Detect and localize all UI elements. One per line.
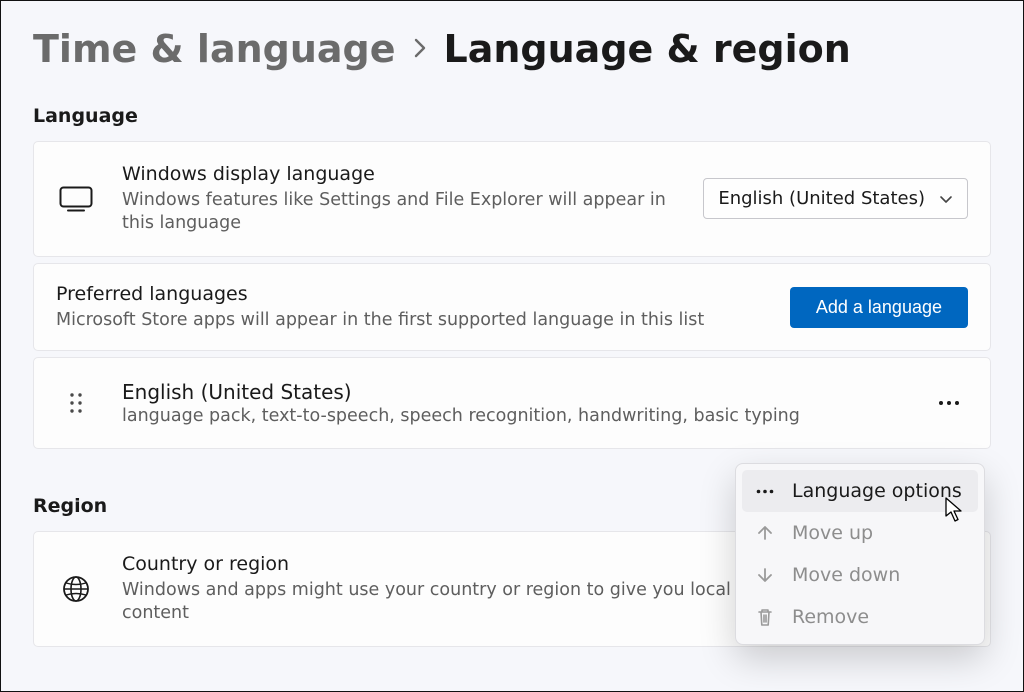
- arrow-down-icon: [754, 566, 776, 584]
- menu-remove-label: Remove: [792, 606, 869, 628]
- add-language-button[interactable]: Add a language: [790, 287, 968, 328]
- country-region-desc: Windows and apps might use your country …: [122, 579, 742, 626]
- language-entry-features: language pack, text-to-speech, speech re…: [122, 406, 904, 426]
- display-language-title: Windows display language: [122, 162, 677, 188]
- globe-icon: [56, 574, 96, 604]
- display-language-desc: Windows features like Settings and File …: [122, 189, 677, 236]
- page-title: Language & region: [444, 27, 851, 71]
- menu-move-up-label: Move up: [792, 522, 873, 544]
- preferred-languages-desc: Microsoft Store apps will appear in the …: [56, 309, 764, 333]
- chevron-right-icon: [412, 36, 428, 60]
- menu-move-down-label: Move down: [792, 564, 900, 586]
- chevron-down-icon: [939, 192, 953, 206]
- breadcrumb: Time & language Language & region: [33, 27, 991, 71]
- menu-move-up: Move up: [742, 512, 978, 554]
- section-language-header: Language: [33, 105, 991, 127]
- display-language-card: Windows display language Windows feature…: [33, 141, 991, 257]
- context-menu: Language options Move up Move down Remov…: [735, 463, 985, 645]
- more-options-button[interactable]: [930, 389, 968, 417]
- more-icon: [754, 489, 776, 494]
- trash-icon: [754, 607, 776, 627]
- display-language-value: English (United States): [718, 188, 925, 209]
- preferred-languages-title: Preferred languages: [56, 282, 764, 308]
- display-language-dropdown[interactable]: English (United States): [703, 178, 968, 219]
- breadcrumb-parent[interactable]: Time & language: [33, 27, 396, 71]
- menu-remove: Remove: [742, 596, 978, 638]
- drag-handle-icon[interactable]: [56, 392, 96, 414]
- display-icon: [56, 186, 96, 212]
- menu-language-options-label: Language options: [792, 480, 962, 502]
- preferred-languages-card: Preferred languages Microsoft Store apps…: [33, 263, 991, 351]
- arrow-up-icon: [754, 524, 776, 542]
- menu-language-options[interactable]: Language options: [742, 470, 978, 512]
- menu-move-down: Move down: [742, 554, 978, 596]
- language-entry-name: English (United States): [122, 380, 904, 404]
- language-entry-card[interactable]: English (United States) language pack, t…: [33, 357, 991, 449]
